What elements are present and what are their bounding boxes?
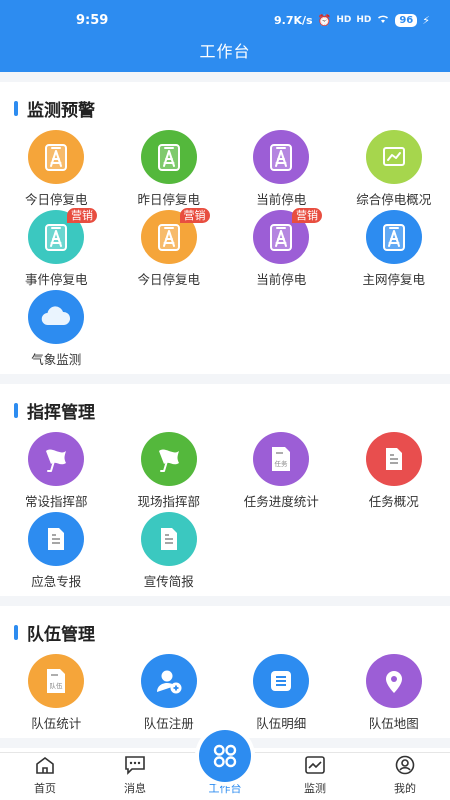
tab-monitor[interactable]: 监测 (270, 753, 360, 800)
tower-icon (140, 130, 197, 184)
status-time: 9:59 (76, 12, 109, 28)
pin-icon (365, 654, 422, 708)
battery-indicator: 96 (395, 13, 418, 27)
section-title-bar (14, 624, 18, 640)
flag-icon (28, 432, 85, 486)
workbench-item-label: 今日停复电 (24, 192, 88, 207)
workbench-item-label: 现场指挥部 (137, 494, 200, 509)
user-add-icon (140, 654, 197, 708)
workbench-item-button[interactable]: 现场指挥部 (113, 430, 226, 510)
workbench-item-label: 气象监测 (31, 352, 82, 367)
page-title: 工作台 (199, 42, 251, 61)
workbench-item-button[interactable]: 常设指挥部 (0, 430, 113, 510)
chart-icon (365, 130, 422, 184)
workbench-item-button[interactable]: 宣传简报 (113, 510, 226, 590)
grid-icon (213, 744, 237, 768)
tab-label: 消息 (124, 782, 146, 795)
marketing-badge: 营销 (67, 208, 97, 223)
section-1: 指挥管理 常设指挥部 现场指挥部 任务 任务进度统计 任务概况 应急专报 宣传简报 (0, 384, 450, 596)
workbench-item-button[interactable]: 当前停电 (225, 128, 338, 208)
doc-icon (140, 512, 197, 566)
tab-label: 首页 (34, 782, 56, 795)
workbench-item-button[interactable]: 队伍 队伍统计 (0, 652, 113, 732)
workbench-item-label: 队伍统计 (31, 716, 82, 731)
section-title-text: 监测预警 (27, 100, 95, 121)
workbench-item-button[interactable]: 任务 任务进度统计 (225, 430, 338, 510)
doc-icon (28, 512, 85, 566)
workbench-item-label: 当前停电 (256, 272, 307, 287)
marketing-badge: 营销 (292, 208, 322, 223)
section-title-text: 队伍管理 (27, 624, 95, 645)
tab-message[interactable]: 消息 (90, 753, 180, 800)
workbench-item-button[interactable]: 应急专报 (0, 510, 113, 590)
workbench-item-button[interactable]: 主网停复电 (338, 208, 450, 288)
section-title: 指挥管理 (0, 398, 450, 423)
message-icon (124, 755, 146, 780)
section-0: 监测预警 今日停复电 昨日停复电 当前停电 综合停电概况 营销 事件停复电 营销 今日停复电 营销… (0, 82, 450, 374)
workbench-item-label: 队伍明细 (256, 716, 307, 731)
workbench-item-label: 当前停电 (256, 192, 307, 207)
section-title-text: 指挥管理 (27, 402, 95, 423)
tab-profile[interactable]: 我的 (360, 753, 450, 800)
workbench-item-label: 任务进度统计 (243, 494, 319, 509)
tab-home[interactable]: 首页 (0, 753, 90, 800)
workbench-item-button[interactable]: 队伍明细 (225, 652, 338, 732)
list-icon (253, 654, 310, 708)
workbench-item-label: 昨日停复电 (137, 192, 200, 207)
profile-icon (394, 755, 416, 780)
workbench-center-button[interactable] (199, 730, 251, 782)
monitor-icon (304, 755, 326, 780)
tower-icon (28, 130, 85, 184)
workbench-item-label: 事件停复电 (24, 272, 88, 287)
section-title: 监测预警 (0, 96, 450, 121)
workbench-item-button[interactable]: 今日停复电 (0, 128, 113, 208)
wifi-icon (376, 13, 390, 27)
section-title-bar (14, 100, 18, 116)
tab-label: 监测 (304, 782, 326, 795)
tower-icon (365, 210, 422, 264)
workbench-content[interactable]: 监测预警 今日停复电 昨日停复电 当前停电 综合停电概况 营销 事件停复电 营销 今日停复电 营销… (0, 72, 450, 752)
workbench-item-label: 常设指挥部 (24, 494, 88, 509)
charging-icon: ⚡ (422, 13, 430, 27)
section-title-bar (14, 402, 18, 418)
section-title: 队伍管理 (0, 620, 450, 645)
network-speed: 9.7K/s (274, 13, 313, 27)
doc-icon (365, 432, 422, 486)
workbench-item-button[interactable]: 综合停电概况 (338, 128, 450, 208)
workbench-item-label: 宣传简报 (143, 574, 194, 589)
workbench-item-button[interactable]: 队伍注册 (113, 652, 226, 732)
svg-text:任务: 任务 (275, 459, 289, 468)
workbench-item-label: 综合停电概况 (356, 192, 432, 207)
workbench-item-label: 今日停复电 (137, 272, 200, 287)
workbench-item-button[interactable]: 营销事件停复电 (0, 208, 113, 288)
workbench-item-label: 队伍注册 (143, 716, 194, 731)
svg-text:队伍: 队伍 (50, 681, 64, 690)
home-icon (34, 755, 56, 780)
workbench-item-label: 应急专报 (31, 574, 82, 589)
workbench-item-label: 任务概况 (368, 494, 419, 509)
workbench-item-button[interactable]: 队伍地图 (338, 652, 450, 732)
workbench-item-button[interactable]: 任务概况 (338, 430, 450, 510)
signal-icon: HD (336, 15, 352, 25)
cloud-icon (28, 290, 85, 344)
app-header: 9:59 9.7K/s ⏰ HD HD 96 ⚡ 工作台 (0, 0, 450, 72)
task-doc-icon: 任务 (253, 432, 310, 486)
status-bar: 9:59 9.7K/s ⏰ HD HD 96 ⚡ (0, 0, 450, 40)
section-2: 队伍管理 队伍 队伍统计 队伍注册 队伍明细 队伍地图 (0, 606, 450, 738)
workbench-item-button[interactable]: 昨日停复电 (113, 128, 226, 208)
alarm-icon: ⏰ (317, 13, 332, 27)
workbench-item-button[interactable]: 气象监测 (0, 288, 113, 368)
workbench-item-label: 队伍地图 (368, 716, 419, 731)
task-doc-icon: 队伍 (28, 654, 85, 708)
marketing-badge: 营销 (179, 208, 210, 223)
flag-icon (140, 432, 197, 486)
signal-icon-2: HD (356, 15, 372, 25)
workbench-item-label: 主网停复电 (362, 272, 425, 287)
tab-label: 工作台 (208, 782, 242, 795)
status-icons: 9.7K/s ⏰ HD HD 96 ⚡ (274, 13, 430, 27)
workbench-item-button[interactable]: 营销当前停电 (225, 208, 338, 288)
tower-icon (253, 130, 310, 184)
workbench-item-button[interactable]: 营销今日停复电 (113, 208, 226, 288)
tab-label: 我的 (394, 782, 416, 795)
